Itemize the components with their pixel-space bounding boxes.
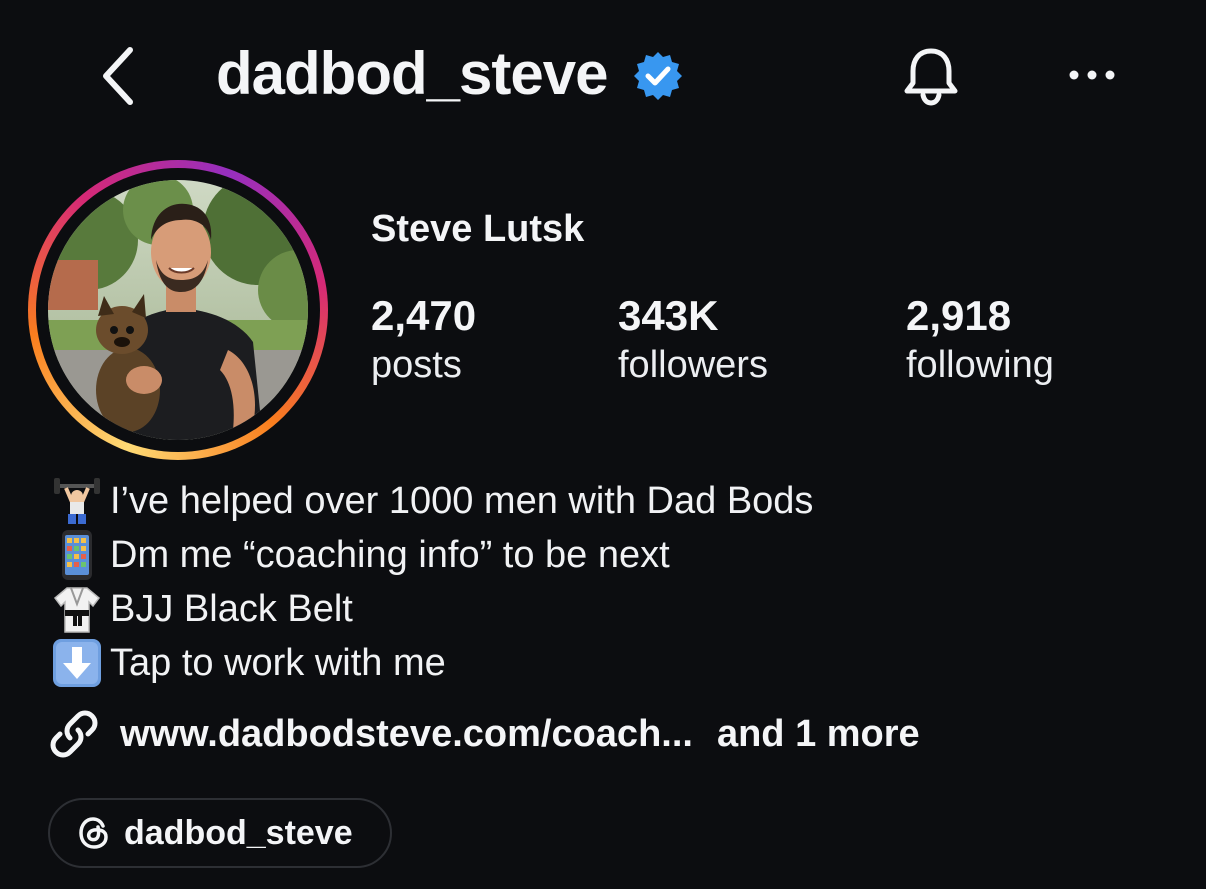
profile-photo bbox=[48, 180, 308, 440]
more-horizontal-icon bbox=[1069, 70, 1115, 80]
following-label: following bbox=[906, 344, 1054, 386]
threads-profile-button[interactable]: dadbod_steve bbox=[48, 798, 392, 868]
threads-label: dadbod_steve bbox=[124, 813, 353, 852]
bio-text: Dm me “coaching info” to be next bbox=[110, 533, 670, 576]
posts-label: posts bbox=[371, 344, 462, 386]
followers-label: followers bbox=[618, 344, 768, 386]
story-ring[interactable] bbox=[28, 160, 328, 460]
stat-posts[interactable]: 2,470 posts bbox=[371, 290, 476, 388]
threads-icon bbox=[79, 817, 108, 849]
bio-line: Dm me “coaching info” to be next bbox=[50, 528, 813, 582]
link-icon bbox=[50, 710, 98, 758]
header-username: dadbod_steve bbox=[216, 40, 608, 107]
bio-line: I’ve helped over 1000 men with Dad Bods bbox=[50, 474, 813, 528]
profile-photo-image bbox=[48, 180, 308, 440]
martial-arts-uniform-emoji bbox=[50, 583, 104, 635]
mobile-phone-emoji bbox=[50, 529, 104, 581]
link-more[interactable]: and 1 more bbox=[717, 713, 920, 756]
stat-followers[interactable]: 343K followers bbox=[618, 290, 768, 388]
back-button[interactable] bbox=[88, 40, 148, 112]
following-count: 2,918 bbox=[906, 292, 1012, 339]
more-options-button[interactable] bbox=[1060, 48, 1124, 102]
bio-line: Tap to work with me bbox=[50, 636, 813, 690]
bio-text: BJJ Black Belt bbox=[110, 587, 353, 630]
external-link[interactable]: www.dadbodsteve.com/coach... and 1 more bbox=[48, 704, 920, 764]
posts-count: 2,470 bbox=[371, 292, 477, 339]
notifications-button[interactable] bbox=[893, 40, 969, 112]
down-arrow-emoji bbox=[50, 637, 104, 689]
stat-following[interactable]: 2,918 following bbox=[906, 290, 1054, 388]
weightlifter-emoji bbox=[50, 475, 104, 527]
display-name: Steve Lutsk bbox=[371, 208, 585, 250]
chevron-left-icon bbox=[103, 47, 133, 105]
bell-icon bbox=[904, 48, 958, 106]
followers-count: 343K bbox=[618, 292, 719, 339]
bio-line: BJJ Black Belt bbox=[50, 582, 813, 636]
link-url[interactable]: www.dadbodsteve.com/coach... bbox=[120, 713, 693, 756]
bio-text: I’ve helped over 1000 men with Dad Bods bbox=[110, 479, 814, 522]
verified-badge-icon bbox=[634, 52, 682, 100]
bio: I’ve helped over 1000 men with Dad Bods … bbox=[50, 474, 813, 690]
bio-text: Tap to work with me bbox=[110, 641, 446, 684]
